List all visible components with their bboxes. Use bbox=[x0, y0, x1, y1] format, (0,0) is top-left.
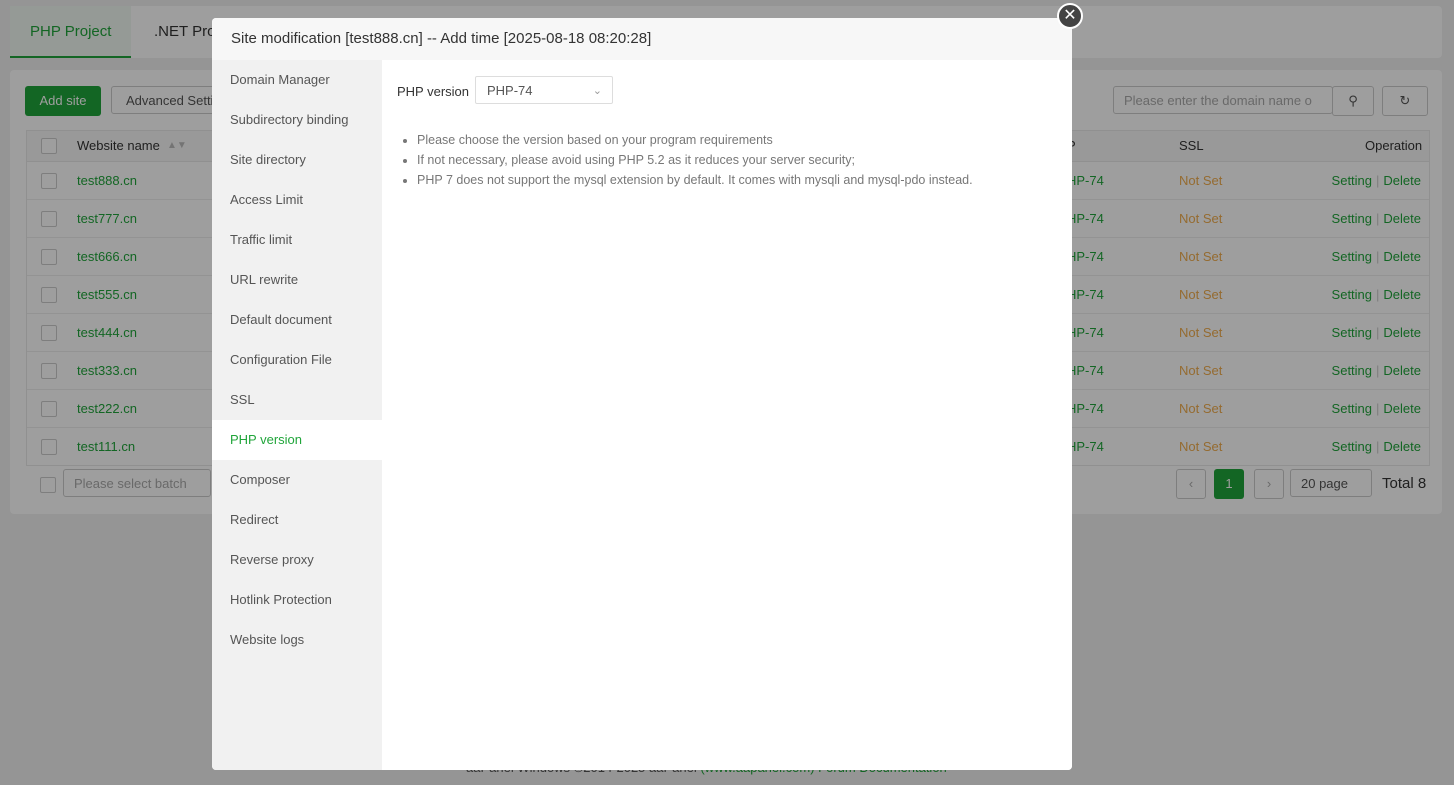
menu-item-php-version[interactable]: PHP version bbox=[212, 420, 382, 460]
php-version-panel: PHP version PHP-74 ⌄ Please choose the v… bbox=[382, 60, 1072, 770]
menu-item-configuration-file[interactable]: Configuration File bbox=[212, 340, 382, 380]
menu-item-access-limit[interactable]: Access Limit bbox=[212, 180, 382, 220]
menu-item-ssl[interactable]: SSL bbox=[212, 380, 382, 420]
menu-item-reverse-proxy[interactable]: Reverse proxy bbox=[212, 540, 382, 580]
tip-item: Please choose the version based on your … bbox=[417, 130, 973, 150]
php-version-label: PHP version bbox=[397, 84, 470, 99]
menu-item-traffic-limit[interactable]: Traffic limit bbox=[212, 220, 382, 260]
tip-item: If not necessary, please avoid using PHP… bbox=[417, 150, 973, 170]
php-version-select[interactable]: PHP-74 ⌄ bbox=[475, 76, 613, 104]
menu-item-website-logs[interactable]: Website logs bbox=[212, 620, 382, 660]
menu-item-hotlink-protection[interactable]: Hotlink Protection bbox=[212, 580, 382, 620]
menu-item-redirect[interactable]: Redirect bbox=[212, 500, 382, 540]
dialog-title: Site modification [test888.cn] -- Add ti… bbox=[212, 18, 1072, 61]
php-version-value: PHP-74 bbox=[487, 83, 533, 98]
site-modification-dialog: Site modification [test888.cn] -- Add ti… bbox=[212, 18, 1072, 770]
menu-item-default-document[interactable]: Default document bbox=[212, 300, 382, 340]
menu-item-composer[interactable]: Composer bbox=[212, 460, 382, 500]
menu-item-domain-manager[interactable]: Domain Manager bbox=[212, 60, 382, 100]
settings-menu: Domain Manager Subdirectory binding Site d… bbox=[212, 60, 382, 770]
menu-item-url-rewrite[interactable]: URL rewrite bbox=[212, 260, 382, 300]
menu-item-site-directory[interactable]: Site directory bbox=[212, 140, 382, 180]
close-icon[interactable]: ✕ bbox=[1057, 3, 1083, 29]
php-version-tips: Please choose the version based on your … bbox=[397, 130, 973, 190]
chevron-down-icon: ⌄ bbox=[592, 85, 602, 97]
tip-item: PHP 7 does not support the mysql extensi… bbox=[417, 170, 973, 190]
menu-item-subdirectory-binding[interactable]: Subdirectory binding bbox=[212, 100, 382, 140]
